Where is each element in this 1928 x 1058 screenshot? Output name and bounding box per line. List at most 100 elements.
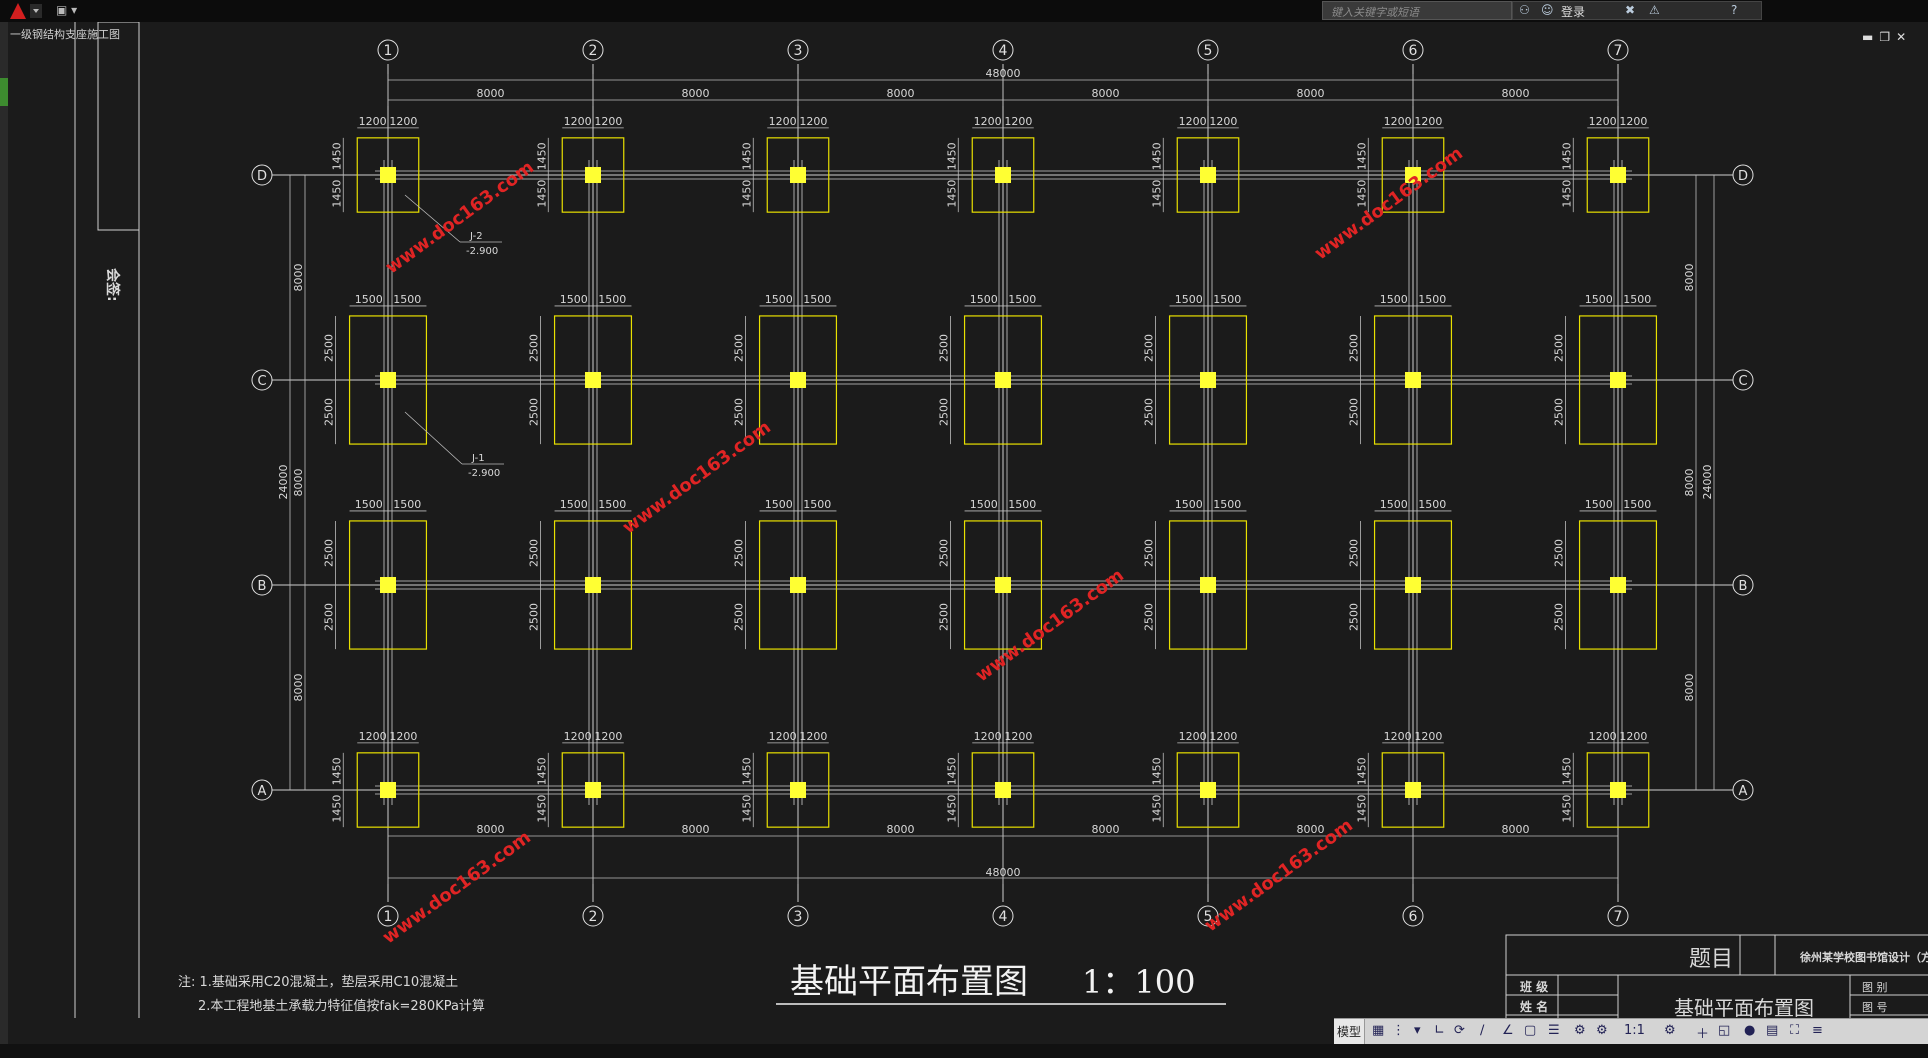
dimension-text: 8000 — [1683, 469, 1696, 497]
column — [380, 577, 396, 593]
dimension-text: 1450 — [740, 180, 753, 208]
footing-tag-name: J-1 — [471, 453, 485, 464]
axis-label: 6 — [1409, 909, 1418, 925]
dimension-text: 1500 — [560, 293, 588, 306]
autocad-app-icon[interactable] — [6, 2, 44, 20]
dimension-text: 1450 — [330, 757, 343, 785]
dimension-text: 2500 — [938, 603, 951, 631]
dimension-text: 8000 — [682, 823, 710, 836]
dimension-text: 8000 — [682, 87, 710, 100]
dimension-text: 2500 — [733, 539, 746, 567]
footing-tag-name: J-2 — [469, 231, 483, 242]
hardware-accel-icon[interactable]: ● — [1744, 1023, 1755, 1038]
drawing-title: 基础平面布置图 — [790, 962, 1028, 1002]
axis-label: 4 — [999, 909, 1008, 925]
dimension-text: 1500 — [1008, 498, 1036, 511]
dimension-text: 2500 — [1348, 603, 1361, 631]
axis-label: A — [258, 784, 267, 799]
axis-label: B — [1739, 579, 1748, 594]
search-input[interactable]: 键入关键字或短语 — [1322, 1, 1512, 20]
column — [790, 782, 806, 798]
dimension-text: 1450 — [535, 795, 548, 823]
dimension-text: 8000 — [477, 823, 505, 836]
dimension-text: 2500 — [528, 603, 541, 631]
dimension-text: 24000 — [1701, 465, 1714, 500]
dimension-text: 2500 — [938, 334, 951, 362]
dimension-text: 1450 — [1355, 180, 1368, 208]
model-tab[interactable]: 模型 — [1334, 1019, 1365, 1045]
column — [1405, 577, 1421, 593]
dropdown-arrow-icon[interactable]: ▾ — [1414, 1023, 1421, 1038]
binoculars-icon[interactable]: ⚇ — [1519, 3, 1530, 17]
clean-screen-icon[interactable]: ▤ — [1766, 1023, 1778, 1038]
column — [380, 782, 396, 798]
dimension-text: 2500 — [323, 334, 336, 362]
menu-icon[interactable]: ≡ — [1812, 1023, 1823, 1038]
dimension-text: 1450 — [945, 142, 958, 170]
isolate-icon[interactable]: ◱ — [1718, 1023, 1730, 1038]
column — [1610, 577, 1626, 593]
dimension-text: 2500 — [1143, 539, 1156, 567]
dimension-text: 1200 — [974, 730, 1002, 743]
fullscreen-icon[interactable]: ⛶ — [1790, 1023, 1799, 1038]
dimension-text: 1500 — [393, 293, 421, 306]
dimension-text: 1200 — [594, 730, 622, 743]
snap-icon[interactable]: ⋮ — [1392, 1023, 1405, 1038]
dimension-text: 1500 — [1380, 498, 1408, 511]
dimension-text: 1500 — [970, 498, 998, 511]
dimension-text: 2500 — [938, 539, 951, 567]
dimension-text: 1200 — [389, 730, 417, 743]
tb-draw-label: 图 别 — [1862, 981, 1888, 994]
login-button[interactable]: 登录 — [1561, 3, 1585, 20]
ortho-icon[interactable]: ∟ — [1434, 1023, 1445, 1038]
axis-label: C — [257, 374, 266, 389]
annotation-visibility-icon[interactable]: ⚙ — [1574, 1023, 1586, 1038]
save-icon[interactable]: ▣ — [56, 3, 67, 17]
dimension-text: 1200 — [1179, 730, 1207, 743]
dimension-text: 1500 — [1418, 293, 1446, 306]
dimension-text: 1200 — [769, 115, 797, 128]
help-icon[interactable]: ? — [1731, 3, 1737, 17]
polar-icon[interactable]: ⟳ — [1454, 1023, 1465, 1038]
dimension-text: 1450 — [1150, 180, 1163, 208]
tb-class-label: 班 级 — [1520, 979, 1548, 994]
dimension-text: 1200 — [1589, 115, 1617, 128]
workspace-gear-icon[interactable]: ⚙ — [1664, 1023, 1676, 1038]
quick-access-toolbar[interactable]: ▣ ▾ — [56, 3, 96, 19]
otrack-icon[interactable]: ▢ — [1524, 1023, 1536, 1038]
dimension-text: 1450 — [1150, 142, 1163, 170]
osnap-icon[interactable]: ∕ — [1480, 1023, 1484, 1038]
angle-icon[interactable]: ∠ — [1502, 1023, 1514, 1038]
dimension-text: 8000 — [477, 87, 505, 100]
column — [995, 577, 1011, 593]
dimension-text: 1500 — [1585, 293, 1613, 306]
lineweight-icon[interactable]: ☰ — [1548, 1023, 1560, 1038]
dropdown-arrow-icon[interactable]: ▾ — [71, 3, 77, 17]
tag-leader — [404, 411, 463, 465]
axis-label: C — [1738, 374, 1747, 389]
dimension-text: 1200 — [1384, 115, 1412, 128]
dimension-text: 1200 — [1414, 115, 1442, 128]
annotation-scale-value[interactable]: 1:1 — [1624, 1023, 1645, 1038]
dimension-text: 1500 — [1175, 293, 1203, 306]
plus-icon[interactable]: ＋ — [1696, 1023, 1709, 1042]
annotation-scale-icon[interactable]: ⚙ — [1596, 1023, 1608, 1038]
autodesk-icon[interactable]: ⚠ — [1649, 3, 1660, 17]
dimension-text: 2500 — [528, 539, 541, 567]
grid-icon[interactable]: ▦ — [1372, 1023, 1384, 1038]
dimension-text: 1500 — [393, 498, 421, 511]
dimension-text: 2500 — [323, 539, 336, 567]
axis-label: 5 — [1204, 43, 1213, 59]
footing-tag-elev: -2.900 — [468, 468, 500, 479]
dimension-text: 2500 — [938, 398, 951, 426]
dimension-text: 1450 — [1355, 795, 1368, 823]
dimension-text: 1500 — [1008, 293, 1036, 306]
dimension-text: 8000 — [1683, 264, 1696, 292]
dimension-text: 1450 — [330, 180, 343, 208]
column — [1200, 372, 1216, 388]
exchange-icon[interactable]: ✖ — [1625, 3, 1635, 17]
drawing-canvas[interactable]: 4 8000 8000 8000 8000 8000 8000 8000 8000 8000 800… — [0, 22, 1928, 1044]
user-icon[interactable]: ☺ — [1541, 3, 1554, 17]
dimension-text: 8000 — [1092, 87, 1120, 100]
dimension-text: 1200 — [1619, 730, 1647, 743]
